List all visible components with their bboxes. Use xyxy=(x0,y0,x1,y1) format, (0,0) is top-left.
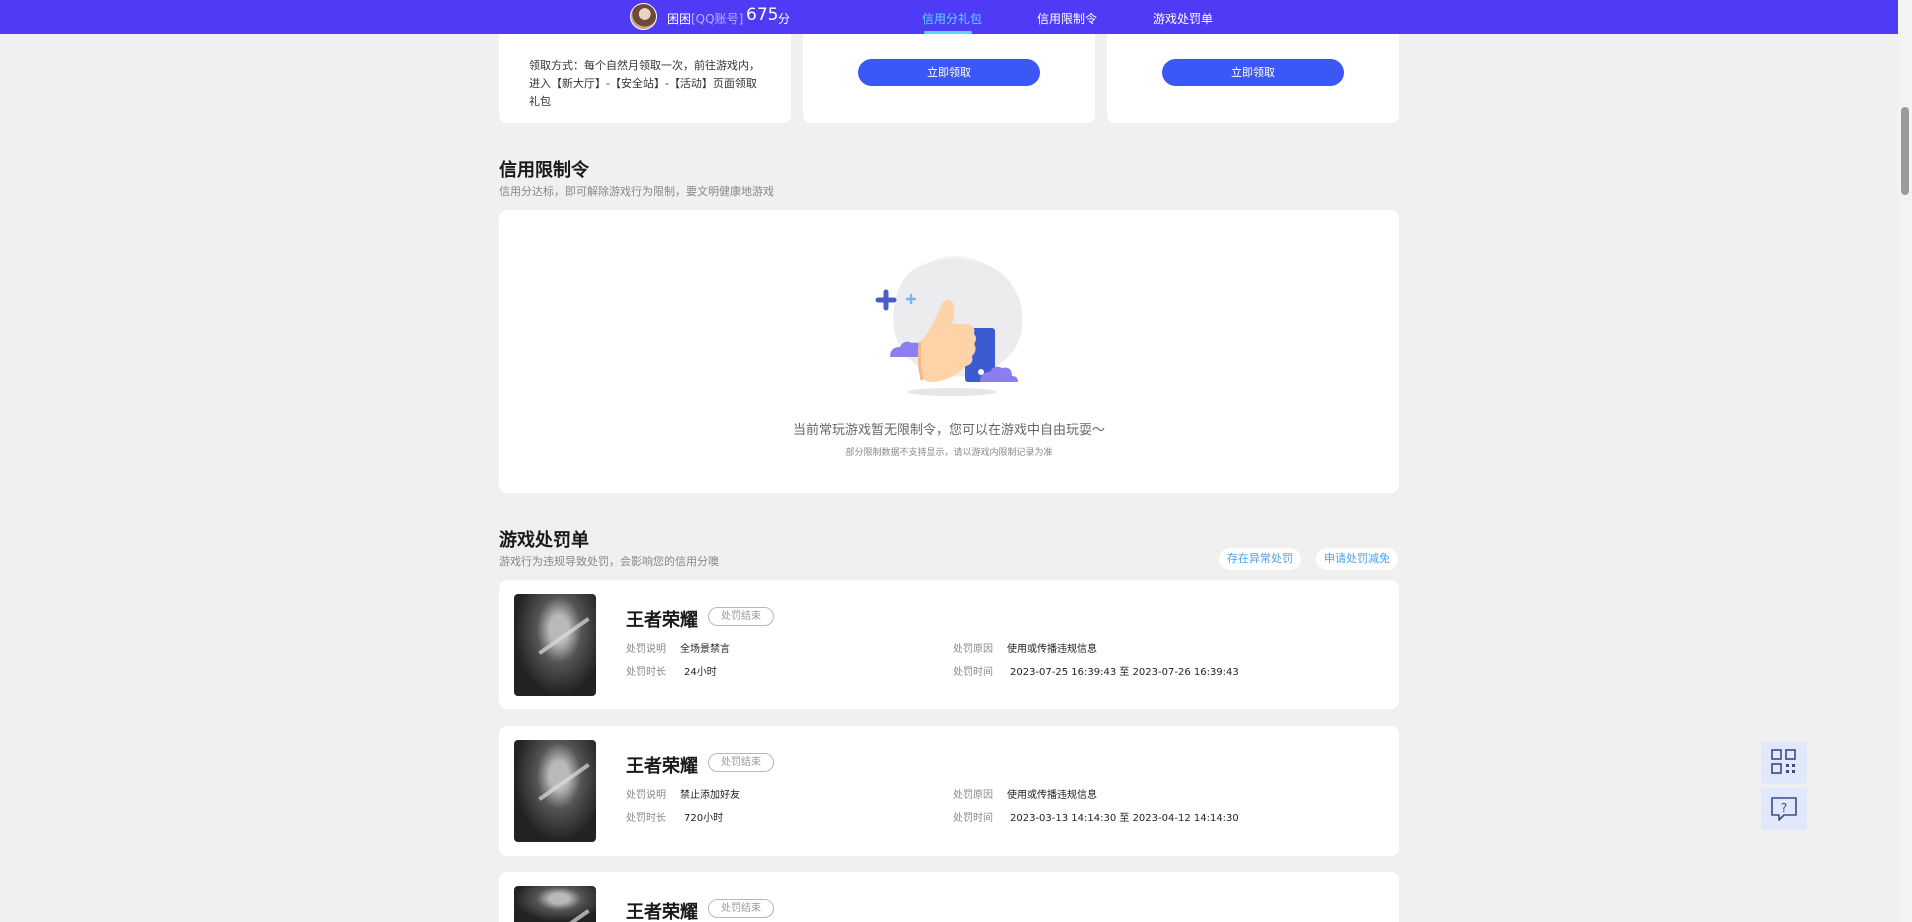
game-name: 王者荣耀 xyxy=(626,756,698,777)
penalty-time-value: 2023-03-13 14:14:30 至 2023-04-12 14:14:3… xyxy=(1010,813,1239,824)
abnormal-penalty-button[interactable]: 存在异常处罚 xyxy=(1219,548,1301,570)
penalty-section-subtitle: 游戏行为违规导致处罚，会影响您的信用分噢 xyxy=(499,555,719,568)
penalty-desc-label: 处罚说明 xyxy=(626,790,666,801)
claim-button[interactable]: 立即领取 xyxy=(858,59,1040,86)
thumbs-up-illustration-icon xyxy=(875,256,1023,396)
score-unit: 分 xyxy=(778,12,791,26)
gift-claim-description: 领取方式：每个自然月领取一次，前往游戏内，进入【新大厅】-【安全站】-【活动】页… xyxy=(529,59,760,108)
status-badge: 处罚结束 xyxy=(708,899,774,918)
claim-button[interactable]: 立即领取 xyxy=(1162,59,1344,86)
no-restriction-message: 当前常玩游戏暂无限制令，您可以在游戏中自由玩耍～ xyxy=(792,423,1105,438)
penalty-reason-label: 处罚原因 xyxy=(953,790,993,801)
tab-credit-gift[interactable]: 信用分礼包 xyxy=(922,10,982,27)
game-thumbnail xyxy=(514,886,596,922)
username: 困困 xyxy=(667,12,692,26)
credit-score: 675 xyxy=(746,5,779,25)
penalty-section-title: 游戏处罚单 xyxy=(499,530,589,551)
penalty-reduction-button[interactable]: 申请处罚减免 xyxy=(1316,548,1398,570)
game-thumbnail xyxy=(514,740,596,842)
penalty-desc-value: 禁止添加好友 xyxy=(680,790,740,801)
penalty-card: 王者荣耀 处罚结束 xyxy=(499,872,1399,922)
help-chat-icon: ? xyxy=(1771,797,1797,821)
qr-code-button[interactable] xyxy=(1761,742,1807,784)
penalty-reason-value: 使用或传播违规信息 xyxy=(1007,790,1097,801)
avatar[interactable] xyxy=(630,3,657,30)
penalty-card: 王者荣耀 处罚结束 处罚说明 全场景禁言 处罚时长 24小时 处罚原因 使用或传… xyxy=(499,580,1399,709)
svg-text:?: ? xyxy=(1781,801,1787,815)
tab-game-penalty[interactable]: 游戏处罚单 xyxy=(1153,10,1213,27)
game-name: 王者荣耀 xyxy=(626,610,698,631)
penalty-time-value: 2023-07-25 16:39:43 至 2023-07-26 16:39:4… xyxy=(1010,667,1239,678)
restriction-section-subtitle: 信用分达标，即可解除游戏行为限制，要文明健康地游戏 xyxy=(499,185,774,198)
penalty-desc-label: 处罚说明 xyxy=(626,644,666,655)
top-nav-bar: 困困 [QQ账号] 675 分 信用分礼包 信用限制令 游戏处罚单 xyxy=(0,0,1912,34)
help-feedback-button[interactable]: ? xyxy=(1761,788,1807,830)
restriction-section-title: 信用限制令 xyxy=(499,160,589,181)
penalty-duration-value: 720小时 xyxy=(684,813,724,824)
restriction-note: 部分限制数据不支持显示，请以游戏内限制记录为准 xyxy=(845,448,1053,458)
penalty-card: 王者荣耀 处罚结束 处罚说明 禁止添加好友 处罚时长 720小时 处罚原因 使用… xyxy=(499,726,1399,856)
tab-credit-restriction[interactable]: 信用限制令 xyxy=(1037,10,1097,27)
game-thumbnail xyxy=(514,594,596,696)
penalty-desc-value: 全场景禁言 xyxy=(680,644,730,655)
penalty-reason-value: 使用或传播违规信息 xyxy=(1007,644,1097,655)
qr-code-icon xyxy=(1771,749,1796,774)
penalty-duration-value: 24小时 xyxy=(684,667,717,678)
penalty-reason-label: 处罚原因 xyxy=(953,644,993,655)
penalty-time-label: 处罚时间 xyxy=(953,667,993,678)
penalty-duration-label: 处罚时长 xyxy=(626,813,666,824)
game-name: 王者荣耀 xyxy=(626,902,698,922)
penalty-duration-label: 处罚时长 xyxy=(626,667,666,678)
scrollbar-thumb[interactable] xyxy=(1901,107,1909,195)
status-badge: 处罚结束 xyxy=(708,607,774,626)
penalty-time-label: 处罚时间 xyxy=(953,813,993,824)
status-badge: 处罚结束 xyxy=(708,753,774,772)
account-type: [QQ账号] xyxy=(691,12,744,26)
